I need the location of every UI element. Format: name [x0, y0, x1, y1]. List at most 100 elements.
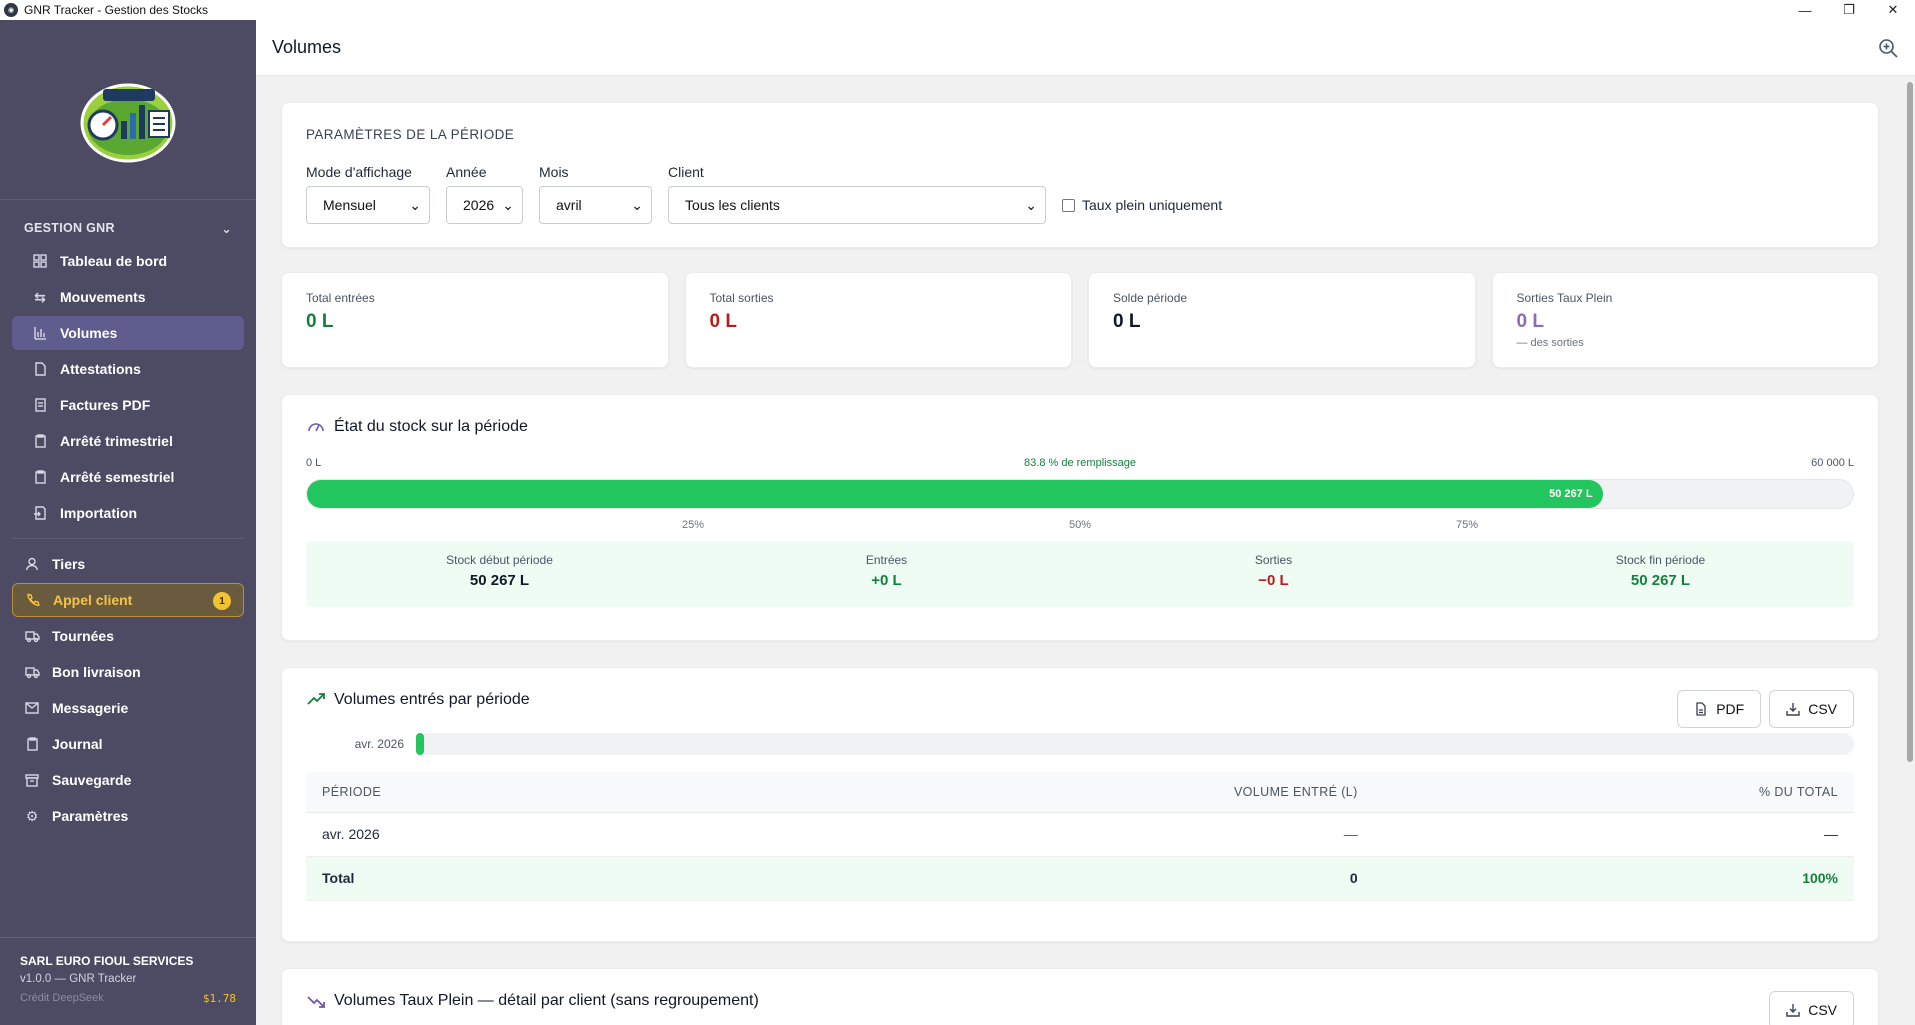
sidebar-item-appel-client[interactable]: Appel client 1: [12, 583, 244, 617]
scrollbar-thumb[interactable]: [1907, 82, 1913, 762]
params-fields: Mode d'affichage Mensuel ⌄ Année 2026 ⌄ …: [306, 164, 1854, 224]
month-field: Mois avril ⌄: [539, 164, 652, 224]
notification-badge: 1: [213, 592, 231, 610]
gauge-tick: 50%: [1068, 519, 1092, 531]
year-select[interactable]: 2026 ⌄: [446, 186, 523, 224]
export-buttons: PDF CSV: [1669, 690, 1854, 728]
sidebar-item-factures-pdf[interactable]: Factures PDF: [12, 388, 244, 422]
checkbox-box[interactable]: [1062, 198, 1075, 212]
sidebar-item-label: Arrêté semestriel: [60, 469, 175, 485]
chevron-down-icon: ⌄: [502, 196, 514, 213]
truck-icon: [24, 628, 40, 644]
total-volume: 0: [699, 856, 1374, 901]
csv-label: CSV: [1808, 1002, 1837, 1018]
stat-label: Total sorties: [709, 291, 774, 305]
summary-stock-fin: Stock fin période 50 267 L: [1467, 541, 1854, 607]
stock-state-card: État du stock sur la période 0 L 83.8 % …: [281, 394, 1879, 641]
logo-area: [0, 20, 256, 200]
page-title: Volumes: [272, 37, 342, 57]
import-icon: [32, 505, 48, 521]
swap-icon: ⇆: [34, 288, 46, 305]
sidebar-item-attestations[interactable]: Attestations: [12, 352, 244, 386]
sidebar-item-messagerie[interactable]: Messagerie: [12, 691, 244, 725]
sidebar-item-parametres[interactable]: ⚙ Paramètres: [12, 799, 244, 833]
close-button[interactable]: ✕: [1871, 0, 1915, 20]
gauge-ticks: 25% 50% 75%: [306, 515, 1854, 533]
stock-gauge: 50 267 L: [306, 479, 1854, 509]
pdf-label: PDF: [1716, 701, 1745, 717]
app-version: v1.0.0 — GNR Tracker: [20, 973, 137, 985]
taux-plein-title-row: Volumes Taux Plein — détail par client (…: [306, 991, 1854, 1011]
taux-plein-checkbox[interactable]: Taux plein uniquement: [1062, 186, 1222, 224]
sidebar-item-label: Mouvements: [60, 289, 146, 305]
sidebar-item-arrete-semestriel[interactable]: Arrêté semestriel: [12, 460, 244, 494]
export-csv-button[interactable]: CSV: [1769, 690, 1854, 728]
summary-label: Entrées: [865, 553, 908, 567]
mode-field: Mode d'affichage Mensuel ⌄: [306, 164, 430, 224]
section-gestion-gnr[interactable]: GESTION GNR ⌄: [0, 214, 256, 242]
gauge-max: 60 000 L: [1811, 457, 1854, 469]
mail-icon: [24, 700, 40, 716]
document-icon: [32, 361, 48, 377]
client-select[interactable]: Tous les clients ⌄: [668, 186, 1046, 224]
sidebar-item-tiers[interactable]: Tiers: [12, 547, 244, 581]
minimize-button[interactable]: —: [1783, 0, 1827, 20]
chevron-down-icon: ⌄: [1025, 196, 1037, 213]
sidebar-item-label: Journal: [52, 736, 103, 752]
sidebar-item-tableau-de-bord[interactable]: Tableau de bord: [12, 244, 244, 278]
volumes-title: Volumes entrés par période: [334, 691, 530, 708]
period-bar-label: avr. 2026: [354, 737, 404, 751]
year-label: Année: [446, 164, 487, 180]
stat-sub: — des sorties: [1516, 337, 1584, 349]
truck-icon: [24, 664, 40, 680]
sidebar-item-volumes[interactable]: Volumes: [12, 316, 244, 350]
window-title: GNR Tracker - Gestion des Stocks: [24, 3, 209, 17]
sidebar: GESTION GNR ⌄ Tableau de bord ⇆ Mouvemen…: [0, 20, 256, 1025]
export-pdf-button[interactable]: PDF: [1677, 690, 1762, 728]
year-value: 2026: [463, 197, 495, 213]
mode-value: Mensuel: [323, 197, 376, 213]
stat-total-sorties: Total sorties 0 L: [684, 272, 1072, 368]
table-row: avr. 2026 — —: [306, 812, 1854, 857]
month-select[interactable]: avril ⌄: [539, 186, 652, 224]
sidebar-item-arrete-trimestriel[interactable]: Arrêté trimestriel: [12, 424, 244, 458]
summary-value: −0 L: [1258, 572, 1289, 589]
maximize-button[interactable]: ❐: [1827, 0, 1871, 20]
taux-plein-card: Volumes Taux Plein — détail par client (…: [281, 968, 1879, 1025]
sidebar-item-journal[interactable]: Journal: [12, 727, 244, 761]
gear-icon: ⚙: [25, 807, 39, 824]
period-bar-row: avr. 2026: [306, 732, 1854, 756]
company-name: SARL EURO FIOUL SERVICES: [20, 954, 194, 968]
page-content: PARAMÈTRES DE LA PÉRIODE Mode d'affichag…: [256, 76, 1915, 1025]
sidebar-item-importation[interactable]: Importation: [12, 496, 244, 530]
window-controls: — ❐ ✕: [1783, 0, 1915, 20]
zoom-in-icon[interactable]: [1877, 37, 1899, 59]
client-field: Client Tous les clients ⌄: [668, 164, 1046, 224]
summary-stock-debut: Stock début période 50 267 L: [306, 541, 693, 607]
chevron-down-icon: ⌄: [221, 221, 232, 236]
chevron-down-icon: ⌄: [409, 196, 421, 213]
taux-plein-title: Volumes Taux Plein — détail par client (…: [334, 992, 759, 1009]
sidebar-item-mouvements[interactable]: ⇆ Mouvements: [12, 280, 244, 314]
stock-summary: Stock début période 50 267 L Entrées +0 …: [306, 541, 1854, 607]
sidebar-item-label: Messagerie: [52, 700, 129, 716]
stat-value: 0 L: [1516, 311, 1544, 332]
mode-select[interactable]: Mensuel ⌄: [306, 186, 430, 224]
sidebar-item-bon-livraison[interactable]: Bon livraison: [12, 655, 244, 689]
sidebar-item-sauvegarde[interactable]: Sauvegarde: [12, 763, 244, 797]
sidebar-item-label: Attestations: [60, 361, 141, 377]
period-bar-fill: [416, 733, 424, 755]
sidebar-item-tournees[interactable]: Tournées: [12, 619, 244, 653]
phone-icon: [25, 592, 41, 608]
vertical-scrollbar[interactable]: [1905, 76, 1915, 1025]
archive-icon: [24, 772, 40, 788]
sidebar-item-label: Volumes: [60, 325, 118, 341]
taux-plein-csv-button[interactable]: CSV: [1769, 991, 1854, 1025]
table-header-row: PÉRIODE VOLUME ENTRÉ (L) % DU TOTAL: [306, 772, 1854, 813]
clipboard-icon: [24, 736, 40, 752]
app-icon: ◉: [4, 3, 18, 17]
page-header: Volumes: [256, 20, 1915, 76]
period-bar: [416, 733, 1854, 755]
sidebar-item-label: Appel client: [53, 592, 133, 608]
summary-sorties: Sorties −0 L: [1080, 541, 1467, 607]
